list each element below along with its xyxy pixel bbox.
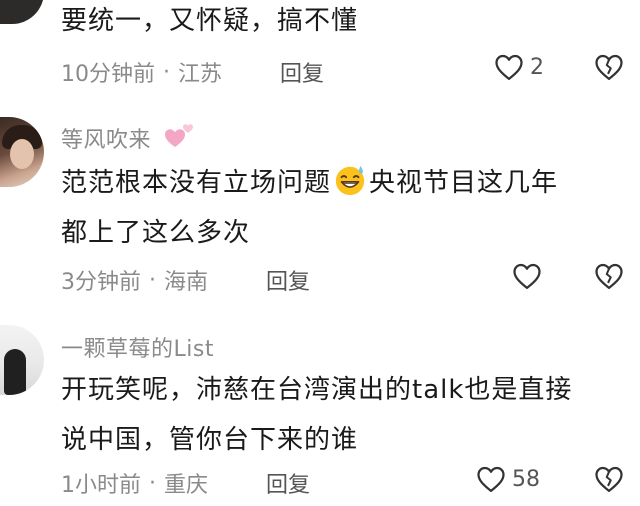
comment-location: 重庆: [164, 473, 209, 498]
comment-content: 要统一，又怀疑，搞不懂: [61, 6, 359, 36]
username[interactable]: 等风吹来: [61, 122, 151, 154]
heart-outline-icon: [495, 54, 523, 80]
avatar[interactable]: [0, 117, 44, 187]
broken-heart-icon: [595, 466, 623, 492]
comment-location: 海南: [164, 270, 209, 295]
broken-heart-icon: [595, 263, 623, 289]
comment-content: 开玩笑呢，沛慈在台湾演出的talk也是直接 说中国，管你台下来的谁: [61, 375, 573, 455]
avatar-face: [10, 139, 34, 169]
reply-button[interactable]: 回复: [280, 56, 324, 88]
meta-separator: ·: [163, 59, 170, 85]
comment-meta: 3分钟前 · 海南: [61, 264, 208, 296]
dislike-button[interactable]: [594, 465, 624, 497]
like-button[interactable]: 58: [476, 465, 540, 493]
like-button[interactable]: [512, 262, 548, 290]
comment-time: 10分钟前: [61, 62, 155, 87]
reply-button[interactable]: 回复: [266, 467, 310, 499]
meta-separator: ·: [149, 267, 156, 293]
comment-meta: 1小时前 · 重庆: [61, 467, 208, 499]
comment-time: 3分钟前: [61, 270, 141, 295]
reply-button[interactable]: 回复: [266, 264, 310, 296]
dislike-button[interactable]: [594, 262, 624, 294]
avatar-figure: [4, 349, 26, 395]
username[interactable]: 一颗草莓的List: [61, 331, 214, 363]
avatar[interactable]: [0, 325, 44, 395]
comment-content: 范范根本没有立场问题 央视节目这几年 都上了这么多次: [61, 158, 558, 258]
like-button[interactable]: 2: [494, 53, 544, 81]
like-count: 2: [530, 54, 544, 80]
comment-time: 1小时前: [61, 473, 141, 498]
dislike-button[interactable]: [594, 53, 624, 85]
comment-location: 江苏: [178, 62, 223, 87]
sweat-smile-emoji: [335, 165, 365, 196]
like-count: 58: [512, 466, 540, 492]
broken-heart-icon: [595, 54, 623, 80]
comment-meta: 10分钟前 · 江苏: [61, 56, 222, 88]
pink-hearts-icon: [165, 124, 193, 147]
meta-separator: ·: [149, 470, 156, 496]
avatar[interactable]: [0, 0, 44, 24]
heart-outline-icon: [513, 263, 541, 289]
heart-outline-icon: [477, 466, 505, 492]
